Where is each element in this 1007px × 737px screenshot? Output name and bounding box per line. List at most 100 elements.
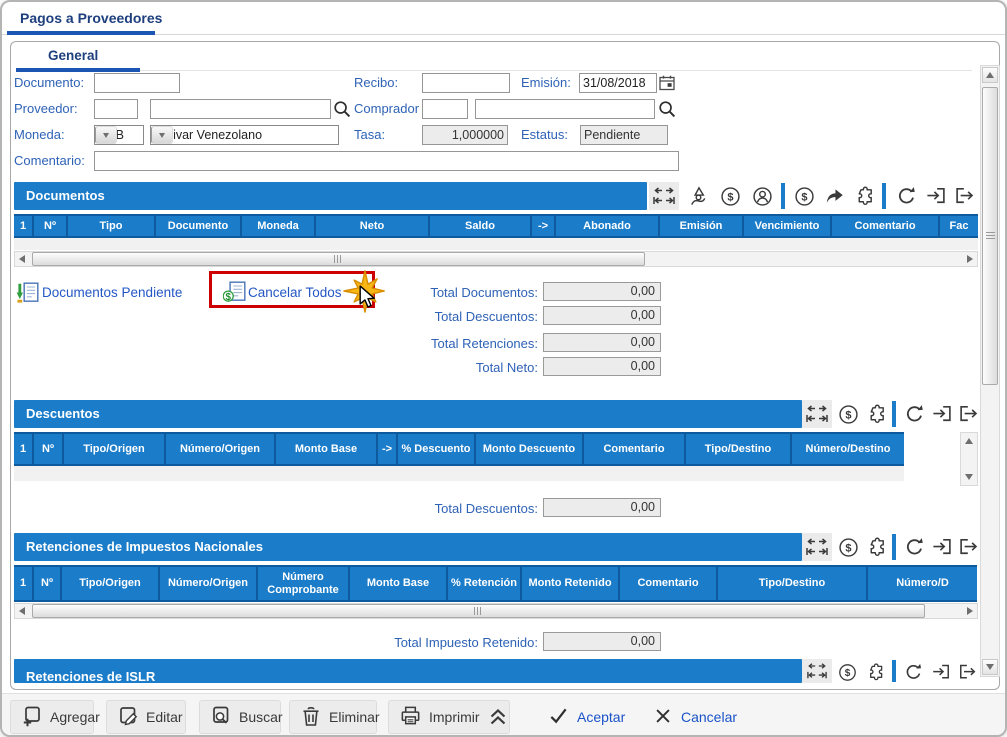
chevron-up-icon[interactable]: [487, 704, 509, 731]
aceptar-button[interactable]: Aceptar: [548, 700, 625, 734]
fit-columns-icon[interactable]: [802, 400, 832, 428]
moneda-code-select[interactable]: VEB: [94, 125, 144, 145]
col-header: Número/Origen: [166, 434, 276, 464]
col-header: ->: [378, 434, 398, 464]
agregar-button[interactable]: Agregar: [10, 700, 94, 734]
col-header: 1: [14, 434, 34, 464]
scroll-up-icon[interactable]: [961, 433, 977, 449]
plugin-icon[interactable]: [864, 662, 886, 682]
recibo-field[interactable]: [422, 73, 510, 93]
close-icon: [653, 706, 673, 729]
currency-icon[interactable]: [836, 662, 858, 682]
export-icon[interactable]: [952, 184, 976, 208]
comprador-label: Comprador: [354, 99, 419, 119]
moneda-name-select[interactable]: Bolivar Venezolano: [150, 125, 339, 145]
import-icon[interactable]: [924, 184, 948, 208]
refresh-icon[interactable]: [902, 662, 924, 682]
cancelar-button[interactable]: Cancelar: [653, 700, 737, 734]
import-icon[interactable]: [930, 662, 952, 682]
total-documentos-label: Total Documentos:: [378, 285, 538, 300]
vscroll-thumb[interactable]: [982, 87, 998, 385]
scroll-down-icon[interactable]: [961, 469, 977, 485]
estatus-field: [580, 125, 668, 145]
emision-field[interactable]: [579, 73, 657, 93]
scroll-right-icon[interactable]: [963, 604, 977, 618]
tasa-field: [422, 125, 508, 145]
import-icon[interactable]: [930, 535, 954, 559]
toolbar-divider: [892, 401, 896, 427]
chevron-down-icon[interactable]: [95, 126, 117, 144]
retenciones-grid-header: 1 Nº Tipo/Origen Número/Origen Número Co…: [14, 565, 977, 602]
documentos-grid-body: [14, 238, 978, 250]
imprimir-button[interactable]: Imprimir: [388, 700, 510, 734]
check-icon: [548, 705, 569, 729]
documento-field[interactable]: [94, 73, 180, 93]
page-title: Pagos a Proveedores: [20, 10, 162, 26]
scroll-left-icon[interactable]: [15, 604, 29, 618]
chevron-down-icon[interactable]: [151, 126, 173, 144]
panel-vscrollbar[interactable]: [980, 65, 1000, 677]
scroll-down-icon[interactable]: [982, 659, 998, 675]
emision-label: Emisión:: [521, 73, 571, 93]
recibo-label: Recibo:: [354, 73, 398, 93]
buscar-button[interactable]: Buscar: [199, 700, 281, 734]
total-documentos-value: 0,00: [543, 282, 661, 301]
scroll-up-icon[interactable]: [982, 67, 998, 83]
refresh-icon[interactable]: [902, 535, 926, 559]
plugin-icon[interactable]: [864, 535, 888, 559]
currency-icon[interactable]: [836, 402, 860, 426]
export-icon[interactable]: [956, 535, 980, 559]
comentario-field[interactable]: [94, 151, 679, 171]
currency-icon[interactable]: [836, 535, 860, 559]
descuentos-total-value: 0,00: [543, 498, 661, 517]
proveedor-code-field[interactable]: [94, 99, 138, 119]
eliminar-button[interactable]: Eliminar: [289, 700, 377, 734]
retenciones-hscrollbar[interactable]: [14, 603, 978, 619]
user-icon[interactable]: [750, 184, 774, 208]
proveedor-name-field[interactable]: [150, 99, 331, 119]
hscroll-thumb[interactable]: [32, 252, 645, 266]
tab-general[interactable]: General: [48, 48, 98, 63]
scroll-right-icon[interactable]: [963, 252, 977, 266]
export-icon[interactable]: [956, 662, 978, 682]
currency-icon[interactable]: [718, 184, 742, 208]
plugin-icon[interactable]: [852, 184, 876, 208]
col-header: Vencimiento: [744, 216, 832, 236]
documentos-pendientes-link[interactable]: Documentos Pendiente: [42, 285, 182, 300]
fit-columns-icon[interactable]: [802, 659, 832, 683]
comprador-name-field[interactable]: [475, 99, 655, 119]
col-header: Número/Destino: [792, 434, 904, 464]
fit-columns-icon[interactable]: [649, 182, 679, 210]
col-header: % Descuento: [398, 434, 476, 464]
comprador-search-icon[interactable]: [658, 100, 676, 123]
toolbar-divider: [892, 534, 896, 560]
editar-button[interactable]: Editar: [106, 700, 186, 734]
scroll-left-icon[interactable]: [15, 252, 29, 266]
plugin-icon[interactable]: [864, 402, 888, 426]
proveedor-search-icon[interactable]: [333, 100, 351, 123]
cancelar-todos-link[interactable]: Cancelar Todos: [248, 285, 342, 300]
comprador-code-field[interactable]: [422, 99, 468, 119]
hscroll-thumb[interactable]: [32, 604, 925, 618]
descuentos-vscrollbar[interactable]: [960, 432, 978, 486]
forward-arrow-icon[interactable]: [822, 184, 846, 208]
wizard-icon[interactable]: [686, 184, 710, 208]
documentos-pendientes-icon[interactable]: [16, 282, 40, 309]
export-icon[interactable]: [956, 402, 980, 426]
calendar-icon[interactable]: [659, 75, 675, 96]
fit-columns-icon[interactable]: [802, 533, 832, 561]
cancelar-todos-icon[interactable]: [223, 281, 247, 308]
col-header: Neto: [316, 216, 430, 236]
col-header: Tipo: [68, 216, 156, 236]
edit-document-icon: [117, 705, 139, 730]
col-header: Documento: [156, 216, 242, 236]
documentos-hscrollbar[interactable]: [14, 251, 978, 267]
total-descuentos-value: 0,00: [543, 306, 661, 325]
col-header: Monto Base: [276, 434, 378, 464]
col-header: Emisión: [660, 216, 744, 236]
refresh-icon[interactable]: [894, 184, 918, 208]
currency-icon[interactable]: [792, 184, 816, 208]
import-icon[interactable]: [930, 402, 954, 426]
refresh-icon[interactable]: [902, 402, 926, 426]
tab-separator: [16, 70, 972, 71]
